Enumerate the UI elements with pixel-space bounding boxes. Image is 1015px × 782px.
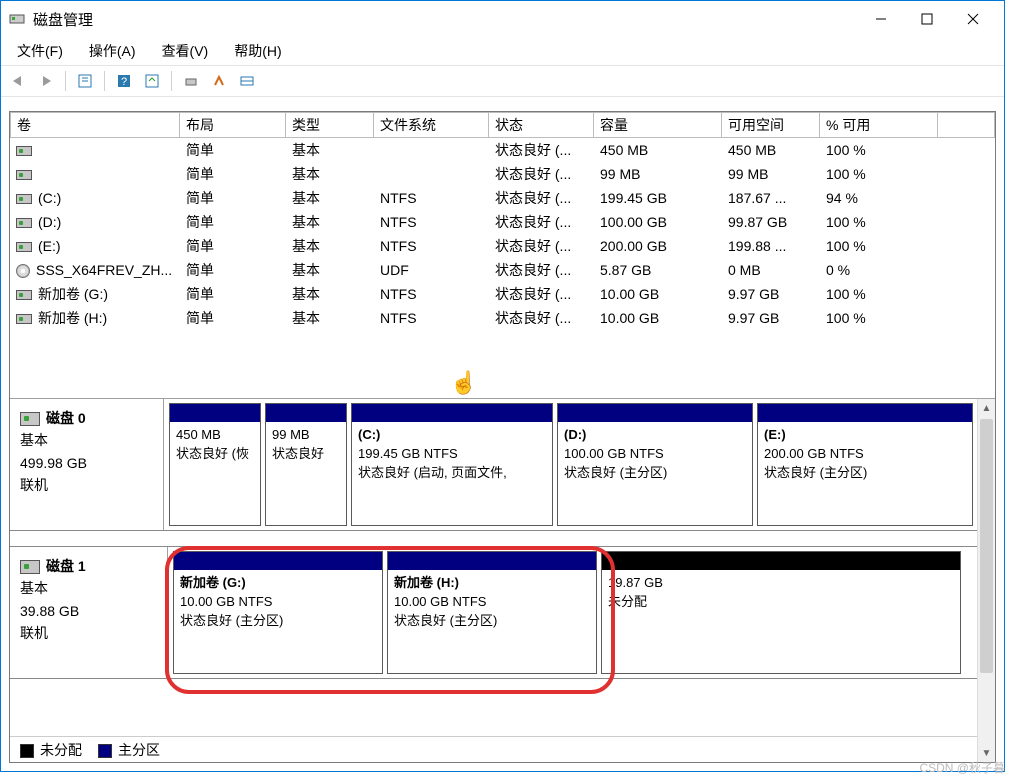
toolbar-separator [104,71,105,91]
back-button[interactable] [5,68,31,94]
col-filesystem[interactable]: 文件系统 [374,112,489,138]
cursor-icon: ☝ [450,370,477,396]
partition-bar [170,404,260,422]
partition-bar [602,552,960,570]
toolbar: ? [1,65,1004,97]
legend-primary: 主分区 [98,740,160,760]
partition-bar [174,552,382,570]
disk-icon [20,560,40,574]
col-layout[interactable]: 布局 [180,112,286,138]
help-button[interactable]: ? [111,68,137,94]
window-frame: 磁盘管理 文件(F) 操作(A) 查看(V) 帮助(H) ? 卷 布局 [0,0,1005,772]
menu-action[interactable]: 操作(A) [79,39,146,63]
legend-unallocated: 未分配 [20,740,82,760]
col-spacer [938,112,995,138]
partition-bar [758,404,972,422]
partition-bar [352,404,552,422]
col-pct[interactable]: % 可用 [820,112,938,138]
partition[interactable]: (E:)200.00 GB NTFS状态良好 (主分区) [757,403,973,526]
scrollbar[interactable]: ▲ ▼ [977,399,995,762]
partition[interactable]: 99 MB状态良好 [265,403,347,526]
table-row[interactable]: (D:)简单基本NTFS状态良好 (...100.00 GB99.87 GB10… [10,210,995,234]
volume-list: 卷 布局 类型 文件系统 状态 容量 可用空间 % 可用 ☝ 简单基本状态良好 … [10,112,995,399]
col-capacity[interactable]: 容量 [594,112,722,138]
partition[interactable]: 新加卷 (G:)10.00 GB NTFS状态良好 (主分区) [173,551,383,674]
partition[interactable]: 450 MB状态良好 (恢 [169,403,261,526]
disk-icon [16,290,32,300]
toolbar-separator [171,71,172,91]
app-icon [9,11,25,27]
titlebar: 磁盘管理 [1,1,1004,37]
menu-file[interactable]: 文件(F) [7,39,73,63]
partition-bar [558,404,752,422]
scroll-thumb[interactable] [980,419,993,673]
cd-icon [16,264,30,278]
partition[interactable]: (C:)199.45 GB NTFS状态良好 (启动, 页面文件, [351,403,553,526]
disk-partitions: 450 MB状态良好 (恢99 MB状态良好(C:)199.45 GB NTFS… [164,399,995,530]
volume-header-row: 卷 布局 类型 文件系统 状态 容量 可用空间 % 可用 [10,112,995,138]
swatch-black-icon [20,744,34,758]
disk-icon [16,194,32,204]
refresh-button[interactable] [139,68,165,94]
partition-bar [388,552,596,570]
table-row[interactable]: SSS_X64FREV_ZH...简单基本UDF状态良好 (...5.87 GB… [10,258,995,282]
disk-map-pane: 磁盘 0基本499.98 GB联机450 MB状态良好 (恢99 MB状态良好(… [10,399,995,762]
table-row[interactable]: 新加卷 (H:)简单基本NTFS状态良好 (...10.00 GB9.97 GB… [10,306,995,330]
tool-2-button[interactable] [206,68,232,94]
disk-row: 磁盘 1基本39.88 GB联机新加卷 (G:)10.00 GB NTFS状态良… [10,547,995,679]
disk-icon [16,146,32,156]
menubar: 文件(F) 操作(A) 查看(V) 帮助(H) [1,37,1004,65]
disk-icon [16,218,32,228]
disk-info[interactable]: 磁盘 0基本499.98 GB联机 [10,399,164,530]
menu-help[interactable]: 帮助(H) [224,39,291,63]
menu-view[interactable]: 查看(V) [152,39,219,63]
toolbar-separator [65,71,66,91]
content-area: 卷 布局 类型 文件系统 状态 容量 可用空间 % 可用 ☝ 简单基本状态良好 … [9,111,996,763]
partition[interactable]: 19.87 GB未分配 [601,551,961,674]
col-status[interactable]: 状态 [489,112,594,138]
disk-icon [16,170,32,180]
disk-icon [16,314,32,324]
disk-row: 磁盘 0基本499.98 GB联机450 MB状态良好 (恢99 MB状态良好(… [10,399,995,531]
table-row[interactable]: (C:)简单基本NTFS状态良好 (...199.45 GB187.67 ...… [10,186,995,210]
scroll-up-icon[interactable]: ▲ [978,399,995,417]
minimize-button[interactable] [858,4,904,34]
window-controls [858,4,996,34]
disk-icon [16,242,32,252]
col-free[interactable]: 可用空间 [722,112,820,138]
disk-info[interactable]: 磁盘 1基本39.88 GB联机 [10,547,168,678]
partition[interactable]: (D:)100.00 GB NTFS状态良好 (主分区) [557,403,753,526]
swatch-navy-icon [98,744,112,758]
col-volume[interactable]: 卷 [10,112,180,138]
table-row[interactable]: 新加卷 (G:)简单基本NTFS状态良好 (...10.00 GB9.97 GB… [10,282,995,306]
volume-rows[interactable]: ☝ 简单基本状态良好 (...450 MB450 MB100 %简单基本状态良好… [10,138,995,398]
tool-3-button[interactable] [234,68,260,94]
table-row[interactable]: 简单基本状态良好 (...450 MB450 MB100 % [10,138,995,162]
legend: 未分配 主分区 [10,736,977,762]
table-row[interactable]: 简单基本状态良好 (...99 MB99 MB100 % [10,162,995,186]
svg-text:?: ? [121,76,127,88]
tool-1-button[interactable] [178,68,204,94]
table-row[interactable]: (E:)简单基本NTFS状态良好 (...200.00 GB199.88 ...… [10,234,995,258]
partition[interactable]: 新加卷 (H:)10.00 GB NTFS状态良好 (主分区) [387,551,597,674]
maximize-button[interactable] [904,4,950,34]
col-type[interactable]: 类型 [286,112,374,138]
disk-partitions: 新加卷 (G:)10.00 GB NTFS状态良好 (主分区)新加卷 (H:)1… [168,547,995,678]
properties-button[interactable] [72,68,98,94]
window-title: 磁盘管理 [33,9,858,30]
close-button[interactable] [950,4,996,34]
watermark: CSDN @秋子暮 [919,759,1005,776]
disk-icon [20,412,40,426]
forward-button[interactable] [33,68,59,94]
partition-bar [266,404,346,422]
